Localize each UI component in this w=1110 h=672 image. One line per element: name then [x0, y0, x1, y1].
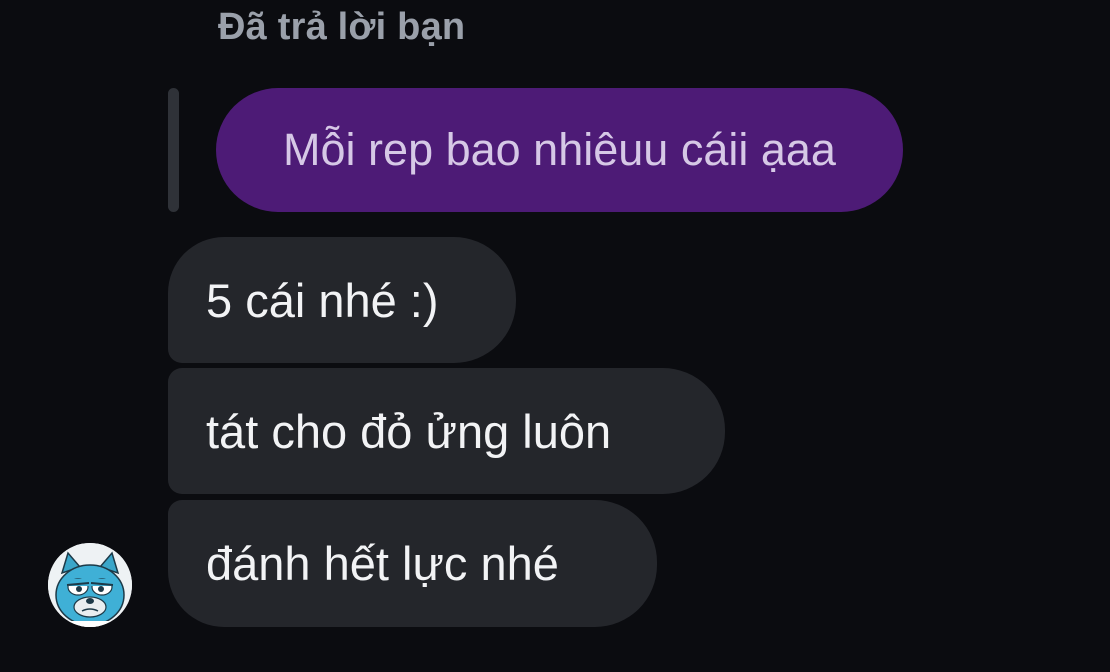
reply-indicator-bar — [168, 88, 179, 212]
message-text: đánh hết lực nhé — [206, 537, 559, 590]
reply-header: Đã trả lời bạn — [218, 6, 466, 48]
message-text: 5 cái nhé :) — [206, 273, 439, 327]
sender-avatar[interactable] — [48, 543, 132, 627]
message-bubble[interactable]: tát cho đỏ ửng luôn — [168, 368, 725, 494]
message-bubble[interactable]: đánh hết lực nhé — [168, 500, 657, 627]
quoted-message-text: Mỗi rep bao nhiêuu cáii ạaa — [283, 124, 836, 175]
message-bubble[interactable]: 5 cái nhé :) — [168, 237, 516, 363]
quoted-message-bubble[interactable]: Mỗi rep bao nhiêuu cáii ạaa — [216, 88, 903, 212]
chat-thread: Đã trả lời bạn Mỗi rep bao nhiêuu cáii ạ… — [0, 0, 1110, 672]
message-text: tát cho đỏ ửng luôn — [206, 404, 612, 458]
cartoon-cat-avatar-icon — [48, 543, 132, 627]
